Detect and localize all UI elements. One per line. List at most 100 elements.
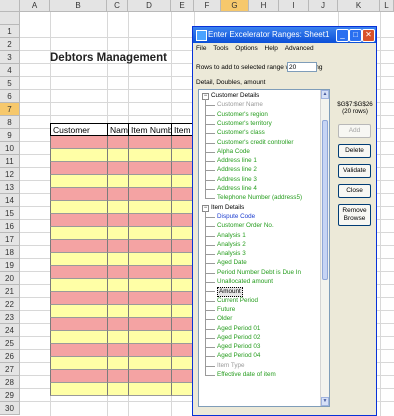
data-cell[interactable] (171, 149, 194, 162)
data-cell[interactable] (128, 175, 171, 188)
tree-item-item[interactable]: Effective date of item (217, 371, 276, 379)
row-header-29[interactable]: 29 (0, 389, 20, 402)
data-cell[interactable] (50, 214, 107, 227)
menu-tools[interactable]: Tools (213, 45, 228, 52)
row-header-15[interactable]: 15 (0, 207, 20, 220)
data-cell[interactable] (107, 331, 128, 344)
data-cell[interactable] (171, 175, 194, 188)
data-cell[interactable] (107, 279, 128, 292)
header-customer[interactable]: Customer (50, 123, 107, 136)
data-cell[interactable] (128, 266, 171, 279)
data-cell[interactable] (50, 136, 107, 149)
data-cell[interactable] (107, 318, 128, 331)
header-name[interactable]: Name (107, 123, 128, 136)
tree-item-item[interactable]: Analysis 1 (217, 232, 246, 240)
row-header-19[interactable]: 19 (0, 259, 20, 272)
row-header-8[interactable]: 8 (0, 116, 20, 129)
row-header-28[interactable]: 28 (0, 376, 20, 389)
tree-item-item[interactable]: Aged Period 04 (217, 352, 260, 360)
row-header-18[interactable]: 18 (0, 246, 20, 259)
data-cell[interactable] (50, 188, 107, 201)
data-cell[interactable] (50, 227, 107, 240)
column-header-d[interactable]: D (128, 0, 171, 12)
data-cell[interactable] (128, 383, 171, 396)
column-header-h[interactable]: H (249, 0, 279, 12)
data-cell[interactable] (128, 305, 171, 318)
data-cell[interactable] (50, 175, 107, 188)
data-cell[interactable] (128, 344, 171, 357)
data-cell[interactable] (50, 370, 107, 383)
data-cell[interactable] (171, 214, 194, 227)
tree-group-item-details[interactable]: Item Details (211, 204, 244, 212)
tree-item-customer[interactable]: Address line 2 (217, 166, 257, 174)
data-cell[interactable] (107, 188, 128, 201)
tree-item-customer[interactable]: Customer's region (217, 111, 268, 119)
column-header-e[interactable]: E (171, 0, 194, 12)
row-header-26[interactable]: 26 (0, 350, 20, 363)
data-cell[interactable] (171, 136, 194, 149)
data-cell[interactable] (107, 214, 128, 227)
column-header-j[interactable]: J (309, 0, 338, 12)
tree-item-item[interactable]: Current Period (217, 297, 258, 305)
tree-item-item[interactable]: Period Number Debt is Due In (217, 269, 301, 277)
data-cell[interactable] (107, 292, 128, 305)
field-tree[interactable]: − Customer Details Customer Name Customer's… (198, 89, 330, 407)
row-header-14[interactable]: 14 (0, 194, 20, 207)
data-cell[interactable] (50, 383, 107, 396)
data-cell[interactable] (171, 331, 194, 344)
dialog-titlebar[interactable]: Enter Excelerator Ranges: Sheet1 _ □ ✕ (193, 27, 376, 43)
tree-item-customer[interactable]: Address line 4 (217, 185, 257, 193)
row-header-27[interactable]: 27 (0, 363, 20, 376)
tree-item-item[interactable]: Customer Order No. (217, 222, 274, 230)
row-header-21[interactable]: 21 (0, 285, 20, 298)
data-cell[interactable] (171, 253, 194, 266)
data-cell[interactable] (50, 344, 107, 357)
tree-item-item[interactable]: Aged Period 01 (217, 325, 260, 333)
data-cell[interactable] (107, 201, 128, 214)
data-cell[interactable] (107, 253, 128, 266)
data-cell[interactable] (50, 162, 107, 175)
data-cell[interactable] (107, 266, 128, 279)
tree-group-customer-details[interactable]: Customer Details (211, 92, 259, 100)
column-header-f[interactable]: F (194, 0, 221, 12)
data-cell[interactable] (171, 162, 194, 175)
tree-item-customer[interactable]: Customer's class (217, 129, 265, 137)
data-cell[interactable] (128, 188, 171, 201)
row-header-9[interactable]: 9 (0, 129, 20, 142)
data-cell[interactable] (107, 162, 128, 175)
data-cell[interactable] (107, 136, 128, 149)
tree-item-customer[interactable]: Address line 1 (217, 157, 257, 165)
data-cell[interactable] (50, 331, 107, 344)
data-cell[interactable] (128, 136, 171, 149)
data-cell[interactable] (171, 201, 194, 214)
minimize-button[interactable]: _ (336, 29, 349, 42)
tree-item-customer[interactable]: Address line 3 (217, 176, 257, 184)
data-cell[interactable] (128, 253, 171, 266)
validate-button[interactable]: Validate (338, 164, 371, 178)
data-cell[interactable] (107, 383, 128, 396)
data-cell[interactable] (128, 149, 171, 162)
tree-item-item[interactable]: Analysis 2 (217, 241, 246, 249)
menu-advanced[interactable]: Advanced (285, 45, 314, 52)
data-cell[interactable] (50, 266, 107, 279)
close-button[interactable]: Close (338, 184, 371, 198)
data-cell[interactable] (50, 318, 107, 331)
row-header-6[interactable]: 6 (0, 90, 20, 103)
tree-item-customer[interactable]: Telephone Number (address5) (217, 194, 302, 202)
data-cell[interactable] (107, 344, 128, 357)
row-header-24[interactable]: 24 (0, 324, 20, 337)
data-cell[interactable] (128, 240, 171, 253)
tree-scrollbar[interactable]: ▲ ▼ (320, 90, 329, 406)
row-header-12[interactable]: 12 (0, 168, 20, 181)
data-cell[interactable] (171, 292, 194, 305)
data-cell[interactable] (107, 175, 128, 188)
data-cell[interactable] (128, 370, 171, 383)
tree-item-item[interactable]: Dispute Code (217, 213, 255, 221)
data-cell[interactable] (171, 188, 194, 201)
column-header-g[interactable]: G (221, 0, 249, 12)
data-cell[interactable] (171, 279, 194, 292)
data-cell[interactable] (171, 344, 194, 357)
row-header-20[interactable]: 20 (0, 272, 20, 285)
column-header-i[interactable]: I (279, 0, 309, 12)
data-cell[interactable] (128, 331, 171, 344)
